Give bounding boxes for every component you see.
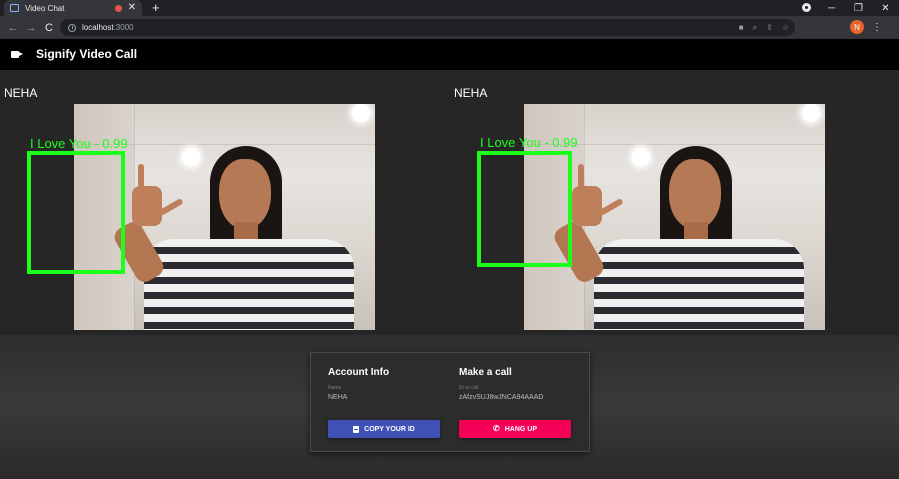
name-field[interactable]: NEHA <box>328 394 440 401</box>
detection-label: I Love You - 0.99 <box>480 135 578 150</box>
videocam-icon <box>11 51 19 58</box>
name-label: Name <box>328 385 342 391</box>
profile-avatar[interactable]: N <box>850 20 864 34</box>
omnibox-icons: ■ ⌕ ⇪ ☆ <box>739 19 789 36</box>
url-host: localhost <box>82 23 114 32</box>
clipboard-icon <box>353 425 360 433</box>
hang-up-label: HANG UP <box>504 425 537 433</box>
minimize-button[interactable]: ─ <box>818 3 845 14</box>
media-controls-icon[interactable] <box>802 3 811 12</box>
toolbar-right: N ⋮ <box>850 20 882 34</box>
person-shirt <box>594 239 804 330</box>
remote-video-panel: NEHA I Love You - 0.99 <box>450 70 899 335</box>
browser-tab[interactable]: Video Chat ✕ <box>4 0 142 16</box>
browser-tabstrip: Video Chat ✕ + ─ ❐ ✕ <box>0 0 899 16</box>
zoom-icon[interactable]: ⌕ <box>753 23 757 33</box>
copy-id-button[interactable]: COPY YOUR ID <box>328 420 440 438</box>
camera-in-use-icon[interactable]: ■ <box>739 23 744 32</box>
address-bar[interactable]: localhost :3000 ■ ⌕ ⇪ ☆ <box>60 19 795 36</box>
back-button[interactable]: ← <box>4 22 22 34</box>
app-bar: Signify Video Call <box>0 39 899 70</box>
ceiling-light <box>182 148 200 166</box>
hand-sign <box>572 186 602 226</box>
call-controls-area: Account Info Name NEHA Make a call ID to… <box>0 335 899 479</box>
account-info-title: Account Info <box>328 367 390 378</box>
id-to-call-label: ID to call <box>459 385 479 391</box>
bookmark-star-icon[interactable]: ☆ <box>782 23 789 32</box>
detection-box <box>27 151 125 274</box>
detection-box <box>477 151 572 267</box>
detection-label: I Love You - 0.99 <box>30 136 128 151</box>
restore-button[interactable]: ❐ <box>845 3 872 14</box>
make-call-section: Make a call ID to call zAfzvSUJ8wJNCA94A… <box>459 367 571 401</box>
recording-indicator-icon <box>114 4 122 12</box>
app-title: Signify Video Call <box>36 47 138 61</box>
share-icon[interactable]: ⇪ <box>766 23 773 32</box>
copy-id-label: COPY YOUR ID <box>364 425 415 433</box>
call-options-card: Account Info Name NEHA Make a call ID to… <box>310 352 590 452</box>
id-to-call-field[interactable]: zAfzvSUJ8wJNCA94AAAD <box>459 394 571 401</box>
video-grid: NEHA I Love You - 0.99 NEHA I Love You -… <box>0 70 899 335</box>
phone-disabled-icon: ✆ <box>493 424 500 433</box>
my-video-panel: NEHA I Love You - 0.99 <box>0 70 450 335</box>
video-participant-name: NEHA <box>4 86 38 100</box>
browser-toolbar: ← → C localhost :3000 ■ ⌕ ⇪ ☆ N ⋮ <box>0 16 899 39</box>
tab-title: Video Chat <box>25 3 65 13</box>
tab-favicon-icon <box>10 4 19 12</box>
make-call-title: Make a call <box>459 367 512 378</box>
close-window-button[interactable]: ✕ <box>872 3 899 14</box>
person-face <box>219 159 271 229</box>
video-participant-name: NEHA <box>454 86 488 100</box>
window-controls: ─ ❐ ✕ <box>818 0 899 16</box>
person-shirt <box>144 239 354 330</box>
browser-menu-icon[interactable]: ⋮ <box>872 22 882 33</box>
site-info-icon[interactable] <box>68 23 76 32</box>
hang-up-button[interactable]: ✆ HANG UP <box>459 420 571 438</box>
ceiling-light <box>632 148 650 166</box>
person-face <box>669 159 721 229</box>
tab-close-button[interactable]: ✕ <box>128 3 136 13</box>
url-port: :3000 <box>113 23 134 32</box>
hand-sign <box>132 186 162 226</box>
reload-button[interactable]: C <box>40 22 58 34</box>
new-tab-button[interactable]: + <box>152 1 160 14</box>
forward-button[interactable]: → <box>22 22 40 34</box>
account-info-section: Account Info Name NEHA <box>328 367 440 401</box>
